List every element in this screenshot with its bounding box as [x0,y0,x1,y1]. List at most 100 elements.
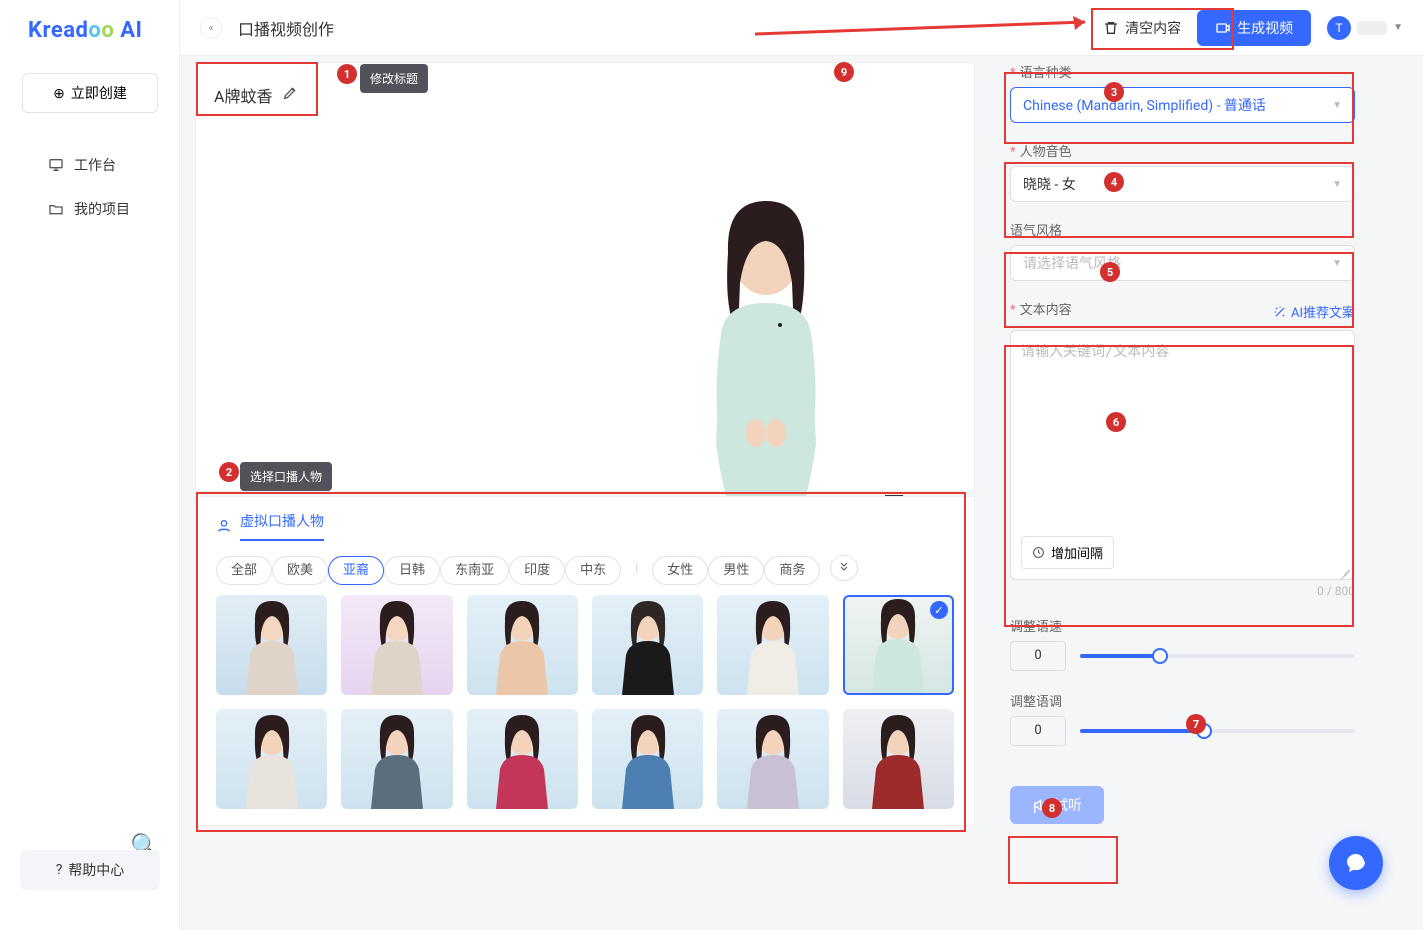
generate-label: 生成视频 [1237,18,1293,38]
clear-button[interactable]: 清空内容 [1103,18,1181,38]
chevron-down-icon: ▼ [1332,258,1342,269]
avatar-thumb[interactable] [592,709,703,809]
annotation-arrow [755,16,1095,36]
speed-slider[interactable] [1080,654,1355,658]
monitor-icon [48,157,64,173]
voice-field: *人物音色 晓晓 - 女 ▼ [1010,141,1355,202]
chevron-down-icon: ▼ [1332,179,1342,190]
projects-label: 我的项目 [74,199,130,219]
settings-panel: *语言种类 Chinese (Mandarin, Simplified) - 普… [1010,62,1355,824]
annotation-badge-6: 6 [1106,412,1126,432]
lang-label: 语言种类 [1020,66,1072,81]
filter-pill-attr[interactable]: 商务 [764,556,820,585]
avatar-thumb[interactable] [467,709,578,809]
person-icon [216,518,232,534]
filter-pill-region[interactable]: 亚裔 [328,556,384,585]
add-gap-label: 增加间隔 [1051,543,1103,562]
filter-pill-region[interactable]: 欧美 [272,556,328,585]
clock-icon [1032,546,1045,559]
collapse-sidebar-button[interactable]: « [200,17,222,39]
gallery-tab[interactable]: 虚拟口播人物 [196,497,974,541]
plus-icon: ⊕ [53,85,65,102]
chevron-double-down-icon [838,560,850,572]
clear-label: 清空内容 [1125,18,1181,38]
filter-separator: | [631,561,642,576]
sidebar-item-workspace[interactable]: 工作台 [0,143,179,187]
text-label: 文本内容 [1020,303,1072,318]
chat-icon [1344,851,1368,875]
project-title: A牌蚊香 [214,83,272,107]
gallery-tab-label: 虚拟口播人物 [240,511,324,541]
help-label: 帮助中心 [68,860,124,880]
speed-value: 0 [1010,641,1066,671]
avatar-thumb[interactable] [717,595,828,695]
resize-handle-icon[interactable] [1340,565,1352,577]
annotation-badge-7: 7 [1186,714,1206,734]
tone-select[interactable]: 请选择语气风格 ▼ [1010,245,1355,281]
filter-pill-region[interactable]: 全部 [216,556,272,585]
filter-pill-region[interactable]: 日韩 [384,556,440,585]
user-menu[interactable]: T ▼ [1327,16,1403,40]
chevron-down-icon: ▼ [1393,22,1403,33]
annotation-badge-4: 4 [1104,172,1124,192]
sidebar-nav: 工作台 我的项目 [0,143,179,231]
annotation-badge-5: 5 [1100,262,1120,282]
pitch-slider[interactable] [1080,729,1355,733]
annotation-badge-8: 8 [1042,798,1062,818]
annotation-badge-2: 2 [219,462,239,482]
gallery-filters: 全部欧美亚裔日韩东南亚印度中东 | 女性男性商务 [196,541,974,595]
text-input[interactable] [1021,341,1344,536]
filter-pill-attr[interactable]: 男性 [708,556,764,585]
pitch-value: 0 [1010,716,1066,746]
text-field: *文本内容 AI推荐文案 增加间隔 0 / 800 [1010,299,1355,598]
more-filters-button[interactable] [830,555,858,581]
avatar: T [1327,16,1351,40]
voice-label: 人物音色 [1020,145,1072,160]
edit-title-button[interactable] [282,85,298,105]
chat-fab[interactable] [1329,836,1383,890]
speed-field: 调整语速 0 [1010,616,1355,671]
filter-pill-region[interactable]: 中东 [565,556,621,585]
annotation-badge-9: 9 [834,62,854,82]
canvas-panel: A牌蚊香 9:16 [195,62,975,492]
help-button[interactable]: ? 帮助中心 [20,850,160,890]
avatar-thumb[interactable] [843,595,954,695]
tone-label: 语气风格 [1010,224,1062,239]
logo: Kreadoo AI [0,0,179,53]
avatar-thumb[interactable] [467,595,578,695]
avatar-thumb[interactable] [843,709,954,809]
avatar-grid [196,595,974,809]
folder-icon [48,201,64,217]
video-icon [1215,20,1231,36]
workspace-label: 工作台 [74,155,116,175]
ai-label: AI推荐文案 [1291,302,1355,321]
sidebar-item-projects[interactable]: 我的项目 [0,187,179,231]
chevron-down-icon: ▼ [1332,100,1342,111]
filter-pill-attr[interactable]: 女性 [652,556,708,585]
wand-icon [1273,305,1287,319]
preview-figure [666,183,866,543]
avatar-thumb[interactable] [341,709,452,809]
slider-handle[interactable] [1152,648,1168,664]
lang-select[interactable]: Chinese (Mandarin, Simplified) - 普通话 ▼ [1010,87,1355,123]
create-button[interactable]: ⊕ 立即创建 [22,73,158,113]
avatar-thumb[interactable] [341,595,452,695]
ai-suggest-button[interactable]: AI推荐文案 [1273,299,1355,324]
avatar-thumb[interactable] [717,709,828,809]
tooltip-select-person: 选择口播人物 [240,462,332,491]
annotation-badge-3: 3 [1104,82,1124,102]
avatar-thumb[interactable] [216,595,327,695]
lang-value: Chinese (Mandarin, Simplified) - 普通话 [1023,95,1266,115]
trash-icon [1103,20,1119,36]
avatar-thumb[interactable] [592,595,703,695]
filter-pill-region[interactable]: 印度 [509,556,565,585]
avatar-thumb[interactable] [216,709,327,809]
create-label: 立即创建 [71,83,127,103]
add-gap-button[interactable]: 增加间隔 [1021,536,1114,569]
pitch-label: 调整语调 [1010,695,1062,710]
char-counter: 0 / 800 [1010,584,1355,598]
filter-pill-region[interactable]: 东南亚 [440,556,509,585]
generate-video-button[interactable]: 生成视频 [1197,10,1311,46]
voice-select[interactable]: 晓晓 - 女 ▼ [1010,166,1355,202]
tone-field: 语气风格 请选择语气风格 ▼ [1010,220,1355,281]
